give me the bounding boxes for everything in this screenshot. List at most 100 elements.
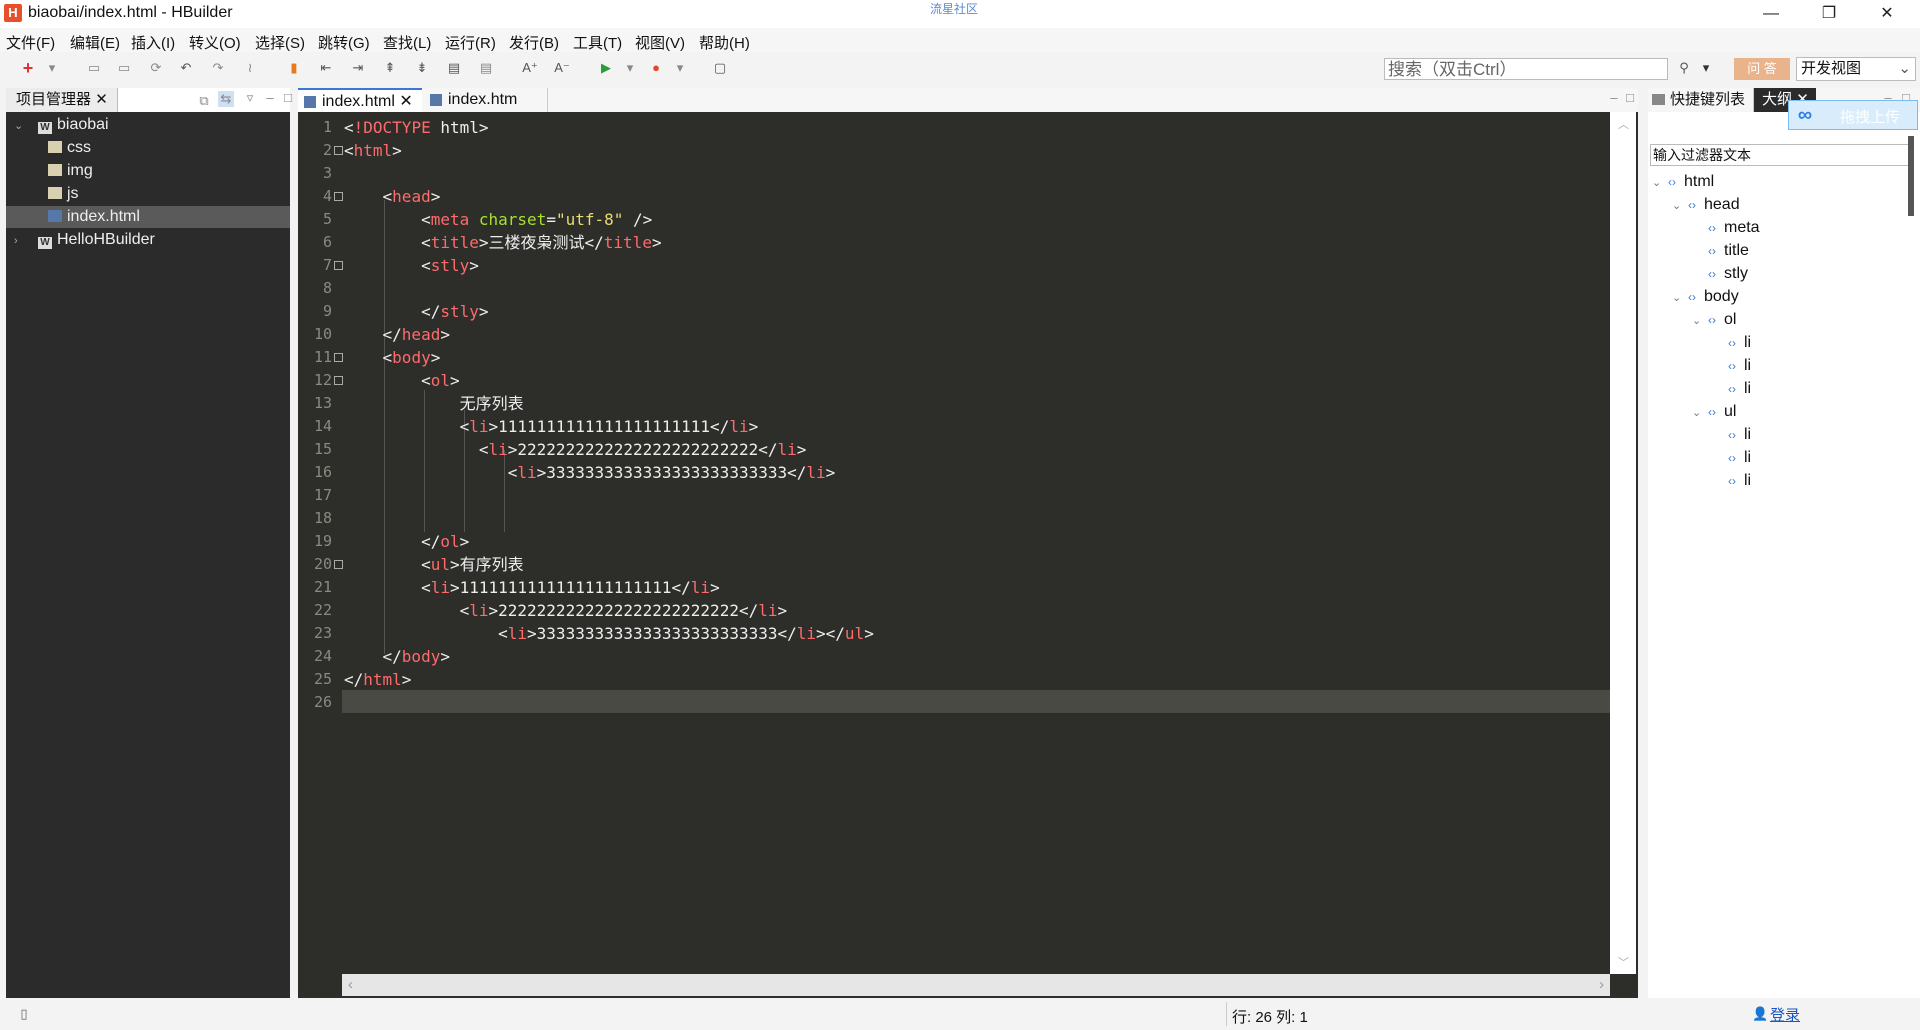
menu-file[interactable]: 文件(F): [6, 32, 55, 53]
chevron-down-icon[interactable]: ⌄: [1652, 172, 1668, 195]
outline-node-html[interactable]: ⌄ ‹› html: [1652, 170, 1714, 193]
minimize-editor-icon[interactable]: –: [1606, 90, 1622, 106]
chevron-down-icon[interactable]: ⌄: [6, 115, 38, 137]
next-icon[interactable]: ⇟: [414, 60, 430, 76]
tree-item-js[interactable]: js: [6, 183, 290, 205]
format-icon[interactable]: ≀: [242, 60, 258, 76]
view-menu-icon[interactable]: ▿: [242, 90, 258, 106]
menu-find[interactable]: 查找(L): [383, 32, 431, 53]
outline-node-li[interactable]: ‹› li: [1712, 469, 1751, 492]
code-line[interactable]: <html>: [344, 139, 402, 162]
code-line[interactable]: 无序列表: [344, 392, 524, 415]
menu-help[interactable]: 帮助(H): [699, 32, 750, 53]
scroll-up-icon[interactable]: ︿: [1618, 116, 1629, 132]
code-line[interactable]: </head>: [344, 323, 450, 346]
code-line[interactable]: </html>: [344, 668, 411, 691]
tab-index-htm[interactable]: index.htm: [424, 88, 548, 112]
status-icon[interactable]: ▯: [16, 1006, 32, 1022]
outline-node-head[interactable]: ⌄ ‹› head: [1672, 193, 1740, 216]
fold-toggle-icon[interactable]: [334, 560, 343, 569]
fold-toggle-icon[interactable]: [334, 376, 343, 385]
code-line[interactable]: </stly>: [344, 300, 488, 323]
menu-select[interactable]: 选择(S): [255, 32, 305, 53]
prev-icon[interactable]: ⇞: [382, 60, 398, 76]
ask-button[interactable]: 问 答: [1734, 58, 1790, 80]
view-select[interactable]: 开发视图 ⌄: [1796, 57, 1916, 81]
preview-icon[interactable]: ▢: [712, 60, 728, 76]
outline-node-ul[interactable]: ⌄ ‹› ul: [1692, 400, 1736, 423]
code-line[interactable]: <ol>: [344, 369, 460, 392]
scroll-right-icon[interactable]: ›: [1599, 976, 1604, 993]
save-icon[interactable]: ▭: [86, 60, 102, 76]
code-line[interactable]: <li>3333333333333333333333333</li></ul>: [344, 622, 874, 645]
login-link[interactable]: 登录: [1770, 1004, 1800, 1025]
menu-run[interactable]: 运行(R): [445, 32, 496, 53]
menu-edit[interactable]: 编辑(E): [70, 32, 120, 53]
fold-toggle-icon[interactable]: [334, 192, 343, 201]
outline-node-li[interactable]: ‹› li: [1712, 377, 1751, 400]
run-browser-icon[interactable]: ▶: [598, 60, 614, 76]
code-line[interactable]: <li>2222222222222222222222222</li>: [344, 438, 807, 461]
link-editor-icon[interactable]: ⇆: [218, 91, 234, 107]
outline-node-title[interactable]: ‹› title: [1692, 239, 1749, 262]
scroll-left-icon[interactable]: ‹: [348, 976, 353, 993]
scroll-down-icon[interactable]: ﹀: [1618, 954, 1629, 970]
outline-node-li[interactable]: ‹› li: [1712, 423, 1751, 446]
code-line[interactable]: <li>1111111111111111111111</li>: [344, 415, 759, 438]
menu-escape[interactable]: 转义(O): [189, 32, 241, 53]
menu-insert[interactable]: 插入(I): [131, 32, 175, 53]
tab-shortcut-list[interactable]: 快捷键列表: [1648, 88, 1754, 112]
horizontal-scrollbar[interactable]: ‹ ›: [342, 974, 1610, 996]
save-all-icon[interactable]: ▭: [116, 60, 132, 76]
fold-toggle-icon[interactable]: [334, 261, 343, 270]
minimize-icon[interactable]: —: [1742, 0, 1800, 28]
outline-node-meta[interactable]: ‹› meta: [1692, 216, 1760, 239]
font-smaller-icon[interactable]: A⁻: [554, 60, 570, 76]
outline-node-stly[interactable]: ‹› stly: [1692, 262, 1748, 285]
outline-node-li[interactable]: ‹› li: [1712, 446, 1751, 469]
tree-item-img[interactable]: img: [6, 160, 290, 182]
maximize-icon[interactable]: ❐: [1800, 0, 1858, 28]
menu-goto[interactable]: 跳转(G): [318, 32, 370, 53]
bookmark-icon[interactable]: ▮: [286, 60, 302, 76]
code-line[interactable]: <meta charset="utf-8" />: [344, 208, 652, 231]
new-icon[interactable]: +: [20, 59, 36, 77]
maximize-editor-icon[interactable]: □: [1622, 90, 1638, 106]
run-dropdown-icon[interactable]: ▾: [622, 60, 638, 76]
code-line[interactable]: <li>3333333333333333333333333</li>: [344, 461, 836, 484]
browser-dropdown-icon[interactable]: ▾: [672, 60, 688, 76]
chevron-down-icon[interactable]: ⌄: [1672, 195, 1688, 218]
menu-view[interactable]: 视图(V): [635, 32, 685, 53]
close-icon[interactable]: ✕: [95, 91, 108, 108]
code-line[interactable]: </body>: [344, 645, 450, 668]
redo-icon[interactable]: ↷: [210, 60, 226, 76]
menu-publish[interactable]: 发行(B): [509, 32, 559, 53]
menu-tools[interactable]: 工具(T): [573, 32, 622, 53]
search-icon[interactable]: ⚲: [1676, 60, 1692, 76]
code-line[interactable]: <li>2222222222222222222222222</li>: [344, 599, 788, 622]
close-icon[interactable]: ✕: [1858, 0, 1916, 28]
chevron-down-icon[interactable]: ⌄: [1692, 402, 1708, 425]
goto-start-icon[interactable]: ⇤: [318, 60, 334, 76]
search-dropdown-icon[interactable]: ▾: [1698, 60, 1714, 76]
minimize-panel-icon[interactable]: –: [262, 90, 278, 106]
new-dropdown-icon[interactable]: ▾: [44, 60, 60, 76]
code-line[interactable]: <li>1111111111111111111111</li>: [344, 576, 720, 599]
tree-item-css[interactable]: css: [6, 137, 290, 159]
uncomment-icon[interactable]: ▤: [478, 60, 494, 76]
fold-toggle-icon[interactable]: [334, 353, 343, 362]
code-line[interactable]: <!DOCTYPE html>: [344, 116, 489, 139]
outline-scrollbar[interactable]: [1908, 136, 1914, 216]
code-line[interactable]: <title>三楼夜枭测试</title>: [344, 231, 662, 254]
collapse-all-icon[interactable]: ⧉: [196, 93, 212, 109]
close-tab-icon[interactable]: ✕: [399, 93, 412, 110]
code-line[interactable]: <ul>有序列表: [344, 553, 524, 576]
browser-icon[interactable]: ●: [648, 60, 664, 76]
code-line[interactable]: </ol>: [344, 530, 469, 553]
chevron-down-icon[interactable]: ⌄: [1692, 310, 1708, 333]
outline-node-ol[interactable]: ⌄ ‹› ol: [1692, 308, 1736, 331]
undo-icon[interactable]: ↶: [178, 60, 194, 76]
tab-index-html[interactable]: index.html ✕: [298, 88, 422, 112]
fold-toggle-icon[interactable]: [334, 146, 343, 155]
tree-item-index-html[interactable]: index.html: [6, 206, 290, 228]
